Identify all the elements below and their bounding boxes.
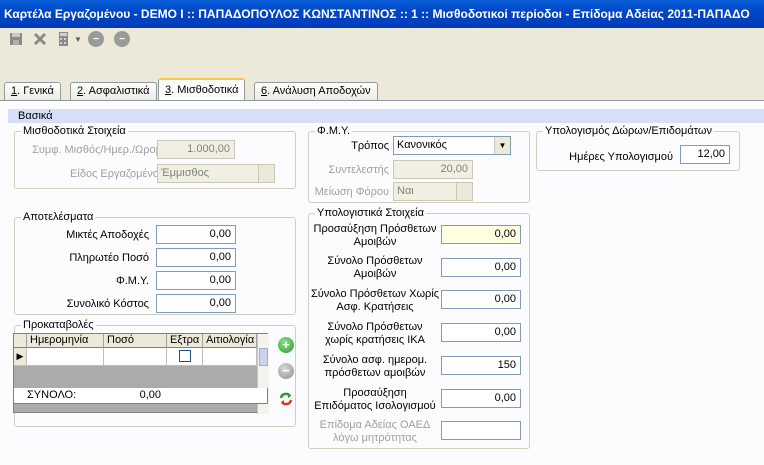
delete-icon[interactable] [32,31,48,47]
employee-type-select[interactable]: Έμμισθος [157,164,275,183]
scrollbar-thumb[interactable] [259,348,268,366]
gross-earnings-field[interactable]: 0,00 [156,225,236,244]
results-group: Αποτελέσματα Μικτές Αποδοχές 0,00 Πληρωτ… [14,211,296,315]
tax-method-value: Κανονικός [397,139,447,151]
tax-field[interactable]: 0,00 [156,271,236,290]
calculation-days-label: Ημέρες Υπολογισμού [569,151,673,163]
tax-reduction-value: Ναι [397,185,414,197]
gross-earnings-label: Μικτές Αποδοχές [66,229,149,241]
save-icon[interactable] [8,31,24,47]
calculation-group: Υπολογιστικά Στοιχεία Προσαύξηση Πρόσθετ… [308,207,530,449]
chevron-down-icon[interactable] [258,165,274,182]
column-header-amount[interactable]: Ποσό [104,334,167,348]
balance-allowance-label: Προσαύξηση Επιδόματος Ισολογισμού [314,387,436,412]
balance-allowance-field[interactable]: 0,00 [441,389,521,408]
remove-advance-button[interactable]: − [278,363,294,379]
employee-type-label: Είδος Εργαζομένου [70,168,165,180]
gifts-group: Υπολογισμός Δώρων/Επιδομάτων Ημέρες Υπολ… [536,125,740,171]
calculation-days-field[interactable]: 12,00 [680,145,730,164]
tax-method-select[interactable]: Κανονικός ▼ [393,136,511,155]
tax-label: Φ.Μ.Υ. [115,275,149,287]
extra-no-deductions-field[interactable]: 0,00 [441,290,521,309]
group-title: Φ.Μ.Υ. [315,125,353,138]
tax-group: Φ.Μ.Υ. Τρόπος Κανονικός ▼ Συντελεστής 20… [308,125,530,203]
extra-pay-increase-field[interactable]: 0,00 [441,225,521,244]
row-indicator: ▶ [14,348,27,366]
window-title: Καρτέλα Εργαζομένου - DEMO I :: ΠΑΠΑΔΟΠΟ… [0,0,764,28]
grid-corner [14,334,27,348]
maternity-allowance-field[interactable] [441,421,521,440]
advances-total-row: ΣΥΝΟΛΟ: 0,00 [13,388,268,404]
insurance-days-field[interactable]: 150 [441,356,521,375]
total-cost-field[interactable]: 0,00 [156,294,236,313]
cell-reason[interactable] [203,348,257,366]
tab-strip: 1. Γενικά 2. Ασφαλιστικά 3. Μισθοδοτικά … [0,78,764,100]
group-title: Προκαταβολές [21,319,96,332]
toolbar: ▼ − − [0,28,764,50]
group-title: Υπολογισμός Δώρων/Επιδομάτων [543,125,714,138]
tax-method-label: Τρόπος [351,140,389,152]
employee-type-value: Έμμισθος [161,167,210,179]
extra-pay-total-label: Σύνολο Πρόσθετων Αμοιβών [327,255,423,280]
advances-group: Προκαταβολές Ημερομηνία Ποσό Εξτρα Αιτιο… [13,319,296,427]
extra-pay-increase-label: Προσαύξηση Πρόσθετων Αμοιβών [313,223,437,248]
add-advance-button[interactable]: + [278,337,294,353]
cell-date[interactable] [27,348,104,366]
back-icon[interactable]: − [88,31,104,47]
group-title: Αποτελέσματα [21,211,96,224]
cell-extra[interactable] [167,348,203,366]
tax-reduction-select[interactable]: Ναι [393,182,473,201]
column-header-date[interactable]: Ημερομηνία [27,334,104,348]
tab-insurance[interactable]: 2. Ασφαλιστικά [70,82,157,100]
payroll-details-group: Μισθοδοτικά Στοιχεία Συμφ. Μισθός/Ημερ./… [14,125,296,189]
forward-icon[interactable]: − [114,31,130,47]
tax-coefficient-label: Συντελεστής [328,164,389,176]
chevron-down-icon[interactable] [456,183,472,200]
total-cost-label: Συνολικό Κόστος [66,298,149,310]
chevron-down-icon[interactable]: ▼ [70,31,86,47]
column-header-extra[interactable]: Εξτρα [167,334,203,348]
extra-no-ika-field[interactable]: 0,00 [441,323,521,342]
column-header-reason[interactable]: Αιτιολογία [203,334,257,348]
group-title: Υπολογιστικά Στοιχεία [315,207,426,220]
rate-field[interactable]: 1.000,00 [157,140,235,159]
cell-amount[interactable] [104,348,167,366]
payable-amount-label: Πληρωτέο Ποσό [69,252,149,264]
extra-no-deductions-label: Σύνολο Πρόσθετων Χωρίς Ασφ. Κρατήσεις [310,288,440,313]
section-header: Βασικά [8,109,764,123]
chevron-down-icon[interactable]: ▼ [494,137,510,154]
payable-amount-field[interactable]: 0,00 [156,248,236,267]
extra-checkbox[interactable] [179,350,191,362]
advances-total-value: 0,00 [139,389,161,401]
tab-earnings-analysis[interactable]: 6. Ανάλυση Αποδοχών [254,82,378,100]
tab-payroll[interactable]: 3. Μισθοδοτικά [158,78,246,100]
tax-coefficient-field[interactable]: 20,00 [393,160,473,179]
advances-total-label: ΣΥΝΟΛΟ: [27,389,77,401]
tab-page-payroll: Βασικά Μισθοδοτικά Στοιχεία Συμφ. Μισθός… [0,100,764,465]
refresh-icon[interactable] [278,391,294,407]
group-title: Μισθοδοτικά Στοιχεία [21,125,128,138]
maternity-allowance-label: Επίδομα Αδείας ΟΑΕΔ λόγω μητρότητας [319,419,431,444]
tax-reduction-label: Μείωση Φόρου [314,186,389,198]
tab-general[interactable]: 1. Γενικά [4,82,61,100]
extra-pay-total-field[interactable]: 0,00 [441,258,521,277]
insurance-days-label: Σύνολο ασφ. ημερομ. πρόσθετων αμοιβών [322,354,428,379]
rate-label: Συμφ. Μισθός/Ημερ./Ωρομ. [32,144,165,156]
extra-no-ika-label: Σύνολο Πρόσθετων χωρίς κρατήσεις ΙΚΑ [325,321,425,346]
